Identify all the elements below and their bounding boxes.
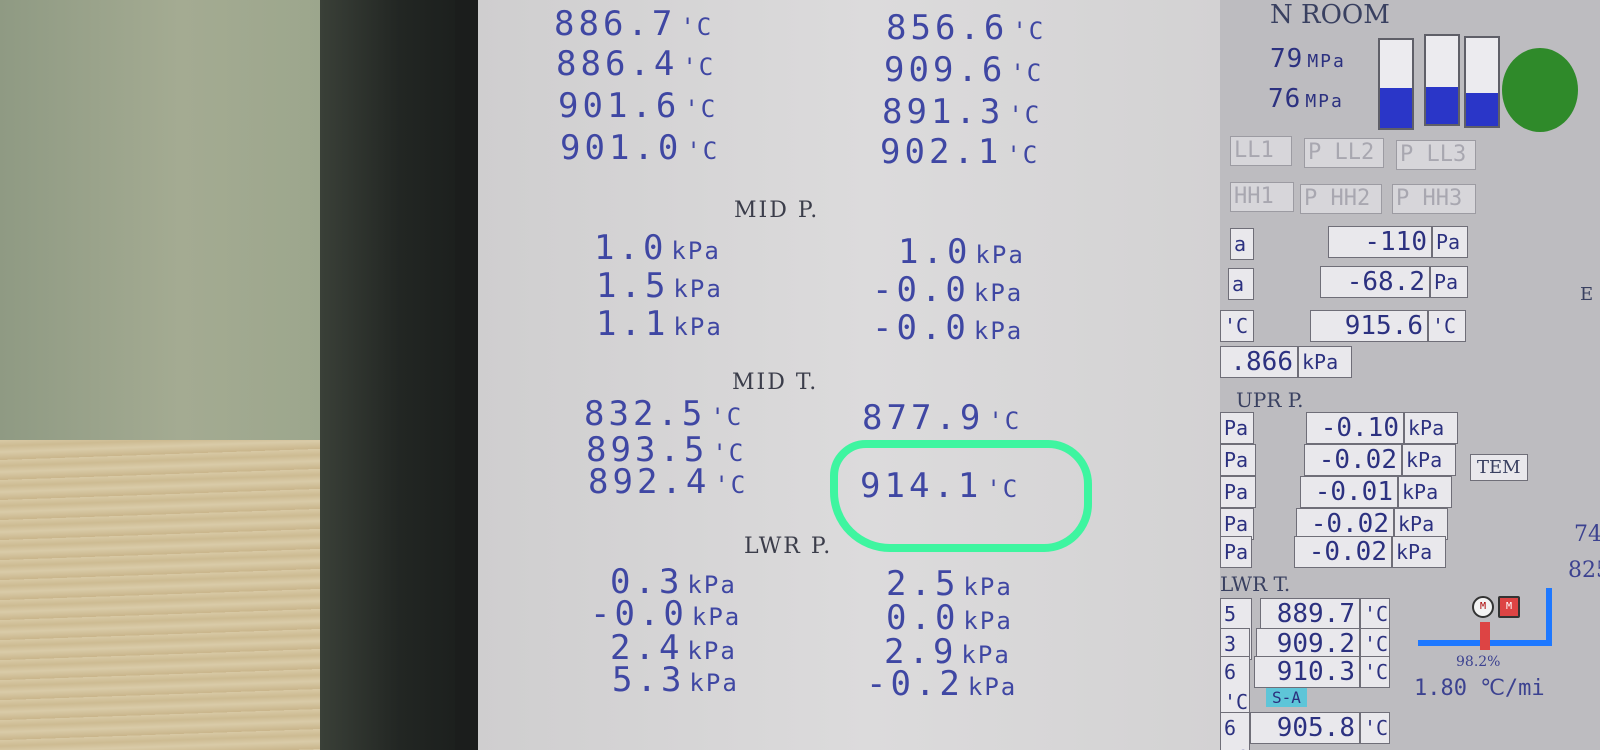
upr-p-value-1: -0.10	[1306, 412, 1404, 444]
mid-p-left-3: 1.1 kPa	[596, 304, 723, 344]
flag-hh2: P HH2	[1300, 184, 1382, 214]
upper-left-reading-3: 901.6 'C	[558, 86, 718, 126]
level-tank-1	[1378, 38, 1414, 130]
flag-ll2: P LL2	[1304, 138, 1384, 168]
partial-unit-1: a	[1230, 228, 1254, 260]
flag-hh3: P HH3	[1392, 184, 1476, 214]
process-diagram-panel: N ROOM 79 MPa 76 MPa LL1 P LL2 P LL3 HH1 P…	[1220, 0, 1600, 750]
green-highlight-circle	[830, 440, 1092, 552]
upr-p-left-unit-3: Pa	[1220, 476, 1256, 508]
mid-p-right-2: -0.0 kPa	[872, 270, 1024, 310]
rate-reading: 1.80 ℃/mi	[1414, 676, 1545, 701]
lwr-t-value-3: 910.3	[1254, 656, 1360, 688]
partial-unit-2: a	[1228, 268, 1254, 300]
draft-value-1: -110	[1328, 226, 1432, 258]
lwr-p-left-4: 5.3 kPa	[612, 660, 739, 700]
mid-t-left-1: 832.5 'C	[584, 394, 744, 434]
upr-p-value-3: -0.01	[1300, 476, 1398, 508]
draft-unit-2: Pa	[1430, 266, 1468, 298]
upr-p-value-2: -0.02	[1304, 444, 1402, 476]
mid-p-right-3: -0.0 kPa	[872, 308, 1024, 348]
lwr-p-title: LWR P.	[744, 534, 833, 559]
pressure-reading-2: 76 MPa	[1268, 84, 1344, 114]
background-wall	[0, 0, 360, 440]
mid-t-title: MID T.	[732, 370, 819, 395]
side-letter: E	[1580, 284, 1594, 305]
water-pipe-vertical	[1546, 588, 1552, 646]
bottom-left-unit: 6 'C	[1220, 712, 1250, 750]
upr-p-unit-3: kPa	[1398, 476, 1452, 508]
control-valve-icon	[1480, 622, 1490, 650]
level-tank-2	[1424, 34, 1460, 126]
edge-value-1: 74	[1574, 522, 1600, 547]
lwr-t-unit-1: 'C	[1360, 598, 1390, 630]
monitor-screen: 886.7 'C 856.6 'C 886.4 'C 909.6 'C 901.6 'C …	[478, 0, 1600, 750]
lwr-t-value-1: 889.7	[1260, 598, 1360, 630]
temperature-value-1: 915.6	[1310, 310, 1428, 342]
upper-right-reading-3: 891.3 'C	[882, 92, 1042, 132]
upr-p-left-unit-1: Pa	[1220, 412, 1254, 444]
s-a-indicator: S-A	[1266, 688, 1307, 707]
mid-p-left-2: 1.5 kPa	[596, 266, 723, 306]
mid-p-title: MID P.	[734, 198, 820, 223]
furnace-readings-panel: 886.7 'C 856.6 'C 886.4 'C 909.6 'C 901.6 'C …	[478, 0, 1258, 750]
green-vessel	[1502, 48, 1578, 132]
level-tank-3	[1464, 36, 1500, 128]
upper-left-reading-1: 886.7 'C	[554, 4, 714, 44]
valve-m-alarm-icon[interactable]: M	[1498, 596, 1520, 618]
background-desk	[0, 440, 360, 750]
bottom-value: 905.8	[1250, 712, 1360, 744]
upper-right-reading-2: 909.6 'C	[884, 50, 1044, 90]
upr-p-unit-1: kPa	[1404, 412, 1458, 444]
upr-p-value-5: -0.02	[1294, 536, 1392, 568]
draft-value-2: -68.2	[1320, 266, 1430, 298]
mid-p-left-1: 1.0 kPa	[594, 228, 721, 268]
lwr-t-unit-3: 'C	[1360, 656, 1390, 688]
room-title: N ROOM	[1270, 0, 1390, 30]
upr-p-left-unit-2: Pa	[1220, 444, 1256, 476]
lwr-p-right-4: -0.2 kPa	[866, 664, 1018, 704]
mid-p-right-1: 1.0 kPa	[898, 232, 1025, 272]
flag-ll3: P LL3	[1396, 140, 1476, 170]
valve-percent: 98.2%	[1456, 654, 1501, 670]
flag-hh1: HH1	[1230, 182, 1294, 212]
upr-p-unit-5: kPa	[1392, 536, 1446, 568]
upr-p-title: UPR P.	[1236, 388, 1304, 412]
upper-right-reading-4: 902.1 'C	[880, 132, 1040, 172]
mid-t-left-3: 892.4 'C	[588, 462, 748, 502]
lwr-t-title: LWR T.	[1220, 572, 1291, 596]
upper-left-reading-4: 901.0 'C	[560, 128, 720, 168]
edge-value-2: 825	[1568, 558, 1600, 583]
lwr-t-left-unit-3: 6 'C	[1220, 656, 1250, 718]
tem-button[interactable]: TEM	[1470, 454, 1528, 481]
partial-unit-3: 'C	[1220, 310, 1254, 342]
upper-right-reading-1: 856.6 'C	[886, 8, 1046, 48]
pressure-reading-1: 79 MPa	[1270, 44, 1346, 74]
draft-unit-1: Pa	[1432, 226, 1468, 258]
temperature-unit-1: 'C	[1428, 310, 1466, 342]
pressure-866-value: .866	[1220, 346, 1298, 378]
upper-left-reading-2: 886.4 'C	[556, 44, 716, 84]
pressure-866-unit: kPa	[1298, 346, 1352, 378]
upr-p-left-unit-5: Pa	[1220, 536, 1252, 568]
upr-p-unit-2: kPa	[1402, 444, 1456, 476]
valve-m-icon[interactable]: M	[1472, 596, 1494, 618]
flag-ll1: LL1	[1230, 136, 1292, 166]
mid-t-right-1: 877.9 'C	[862, 398, 1022, 438]
bottom-unit: 'C	[1360, 712, 1390, 744]
